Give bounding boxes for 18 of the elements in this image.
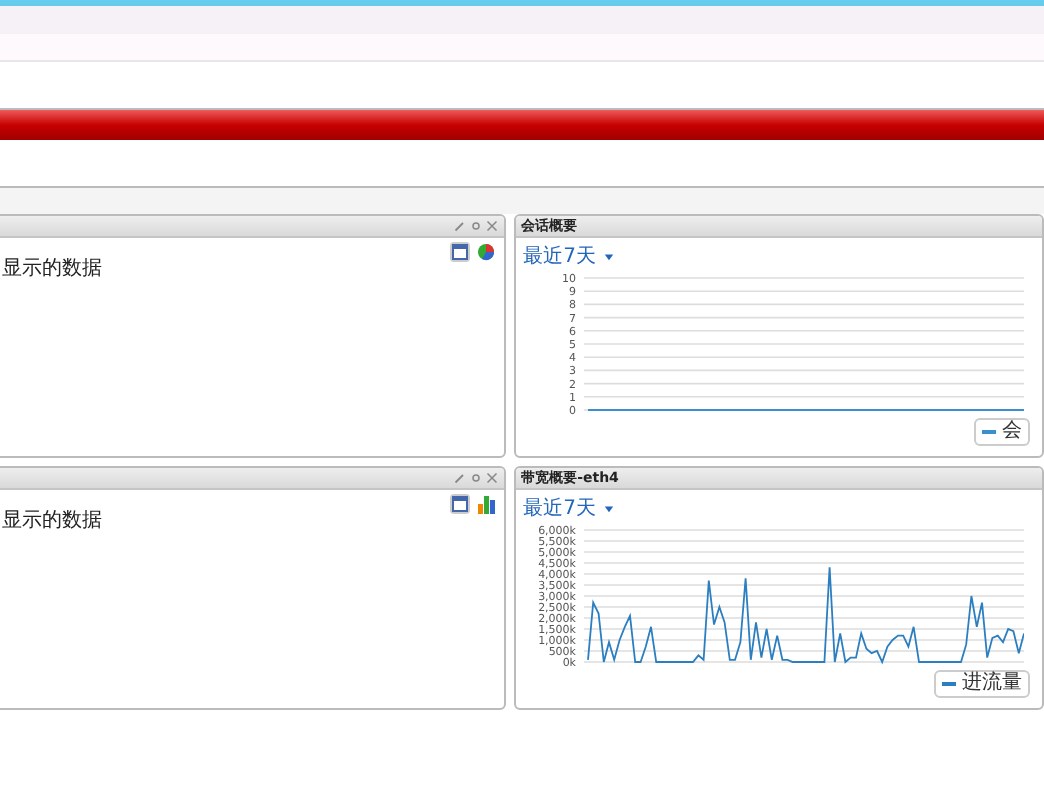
caret-icon — [603, 503, 614, 513]
settings-icon[interactable] — [469, 220, 482, 232]
caret-icon — [603, 251, 614, 261]
settings-icon[interactable] — [469, 472, 482, 484]
table-view-icon[interactable] — [449, 494, 470, 514]
chart-legend: 进流量 — [934, 670, 1030, 698]
edit-icon[interactable] — [453, 220, 466, 232]
close-icon[interactable] — [485, 472, 498, 484]
empty-message: 显示的数据 — [2, 508, 102, 534]
bar-chart-icon[interactable] — [475, 494, 496, 514]
range-dropdown[interactable]: 最近7天 — [523, 494, 614, 522]
empty-message: 显示的数据 — [2, 256, 102, 282]
edit-icon[interactable] — [453, 472, 466, 484]
range-dropdown[interactable]: 最近7天 — [523, 242, 614, 270]
pie-chart-icon[interactable] — [475, 242, 496, 262]
table-view-icon[interactable] — [449, 242, 470, 262]
close-icon[interactable] — [485, 220, 498, 232]
chart-legend: 会 — [974, 418, 1030, 446]
